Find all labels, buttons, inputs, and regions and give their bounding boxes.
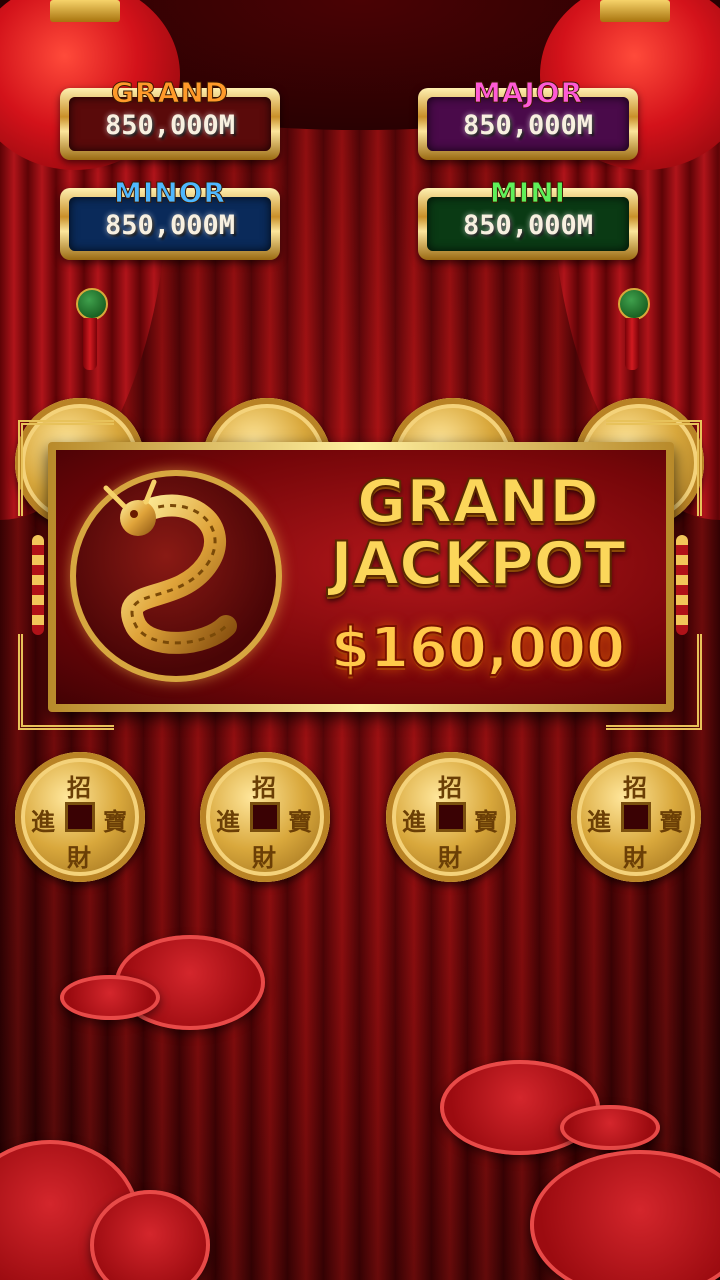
- jackpot-major-value: 850,000M: [462, 110, 594, 141]
- coin-hole: [65, 802, 95, 832]
- jackpot-minor-value: 850,000M: [104, 210, 236, 241]
- cloud-icon: [560, 1105, 660, 1150]
- coin-char: 財: [623, 844, 647, 872]
- coin-char: 寶: [288, 808, 312, 836]
- coin-char: 進: [587, 808, 611, 836]
- jackpot-minor-plaque: MINOR 850,000M: [60, 176, 280, 260]
- bead-string-icon: [32, 535, 44, 635]
- grand-jackpot-panel: GRAND JACKPOT $160,000: [18, 420, 702, 730]
- right-tassel-icon: [625, 318, 639, 370]
- jackpot-major-title: MAJOR: [472, 76, 584, 110]
- jackpot-grand-plaque: GRAND 850,000M: [60, 76, 280, 160]
- fortune-coin-icon: 招 進 寶 財: [15, 752, 145, 882]
- coin-char: 進: [402, 808, 426, 836]
- coin-hole: [436, 802, 466, 832]
- left-tassel-bead-icon: [76, 288, 108, 320]
- coin-char: 進: [216, 808, 240, 836]
- coin-char: 寶: [103, 808, 127, 836]
- coin-char: 招: [623, 774, 647, 802]
- fortune-coin-icon: 招 進 寶 財: [571, 752, 701, 882]
- fortune-coin-icon: 招 進 寶 財: [200, 752, 330, 882]
- left-tassel-icon: [83, 318, 97, 370]
- jackpot-headline: JACKPOT: [329, 529, 626, 599]
- left-lantern-cap: [50, 0, 120, 22]
- coin-char: 寶: [659, 808, 683, 836]
- coin-char: 財: [252, 844, 276, 872]
- dragon-icon: [103, 479, 237, 654]
- jackpot-mini-title: MINI: [489, 176, 567, 210]
- coin-char: 招: [67, 774, 91, 802]
- right-tassel-bead-icon: [618, 288, 650, 320]
- fortune-coin-icon: 招 進 寶 財: [386, 752, 516, 882]
- coin-char: 財: [438, 844, 462, 872]
- jackpot-grand-title: GRAND: [111, 76, 229, 110]
- jackpot-grand-value: 850,000M: [104, 110, 236, 141]
- right-lantern-cap: [600, 0, 670, 22]
- grand-headline: GRAND: [356, 467, 600, 537]
- jackpot-mini-value: 850,000M: [462, 210, 594, 241]
- coin-hole: [250, 802, 280, 832]
- coin-char: 財: [67, 844, 91, 872]
- jackpot-mini-plaque: MINI 850,000M: [418, 176, 638, 260]
- coin-char: 招: [438, 774, 462, 802]
- coin-char: 招: [252, 774, 276, 802]
- dragon-medallion-icon: [70, 470, 282, 682]
- coin-char: 寶: [474, 808, 498, 836]
- jackpot-amount: $160,000: [330, 615, 626, 682]
- cloud-icon: [60, 975, 160, 1020]
- cloud-icon: [530, 1150, 720, 1280]
- game-background: GRAND 850,000M MAJOR 850,000M MINOR 850,…: [0, 0, 720, 1280]
- jackpot-minor-title: MINOR: [113, 176, 227, 210]
- jackpot-major-plaque: MAJOR 850,000M: [418, 76, 638, 160]
- coin-hole: [621, 802, 651, 832]
- coin-char: 進: [31, 808, 55, 836]
